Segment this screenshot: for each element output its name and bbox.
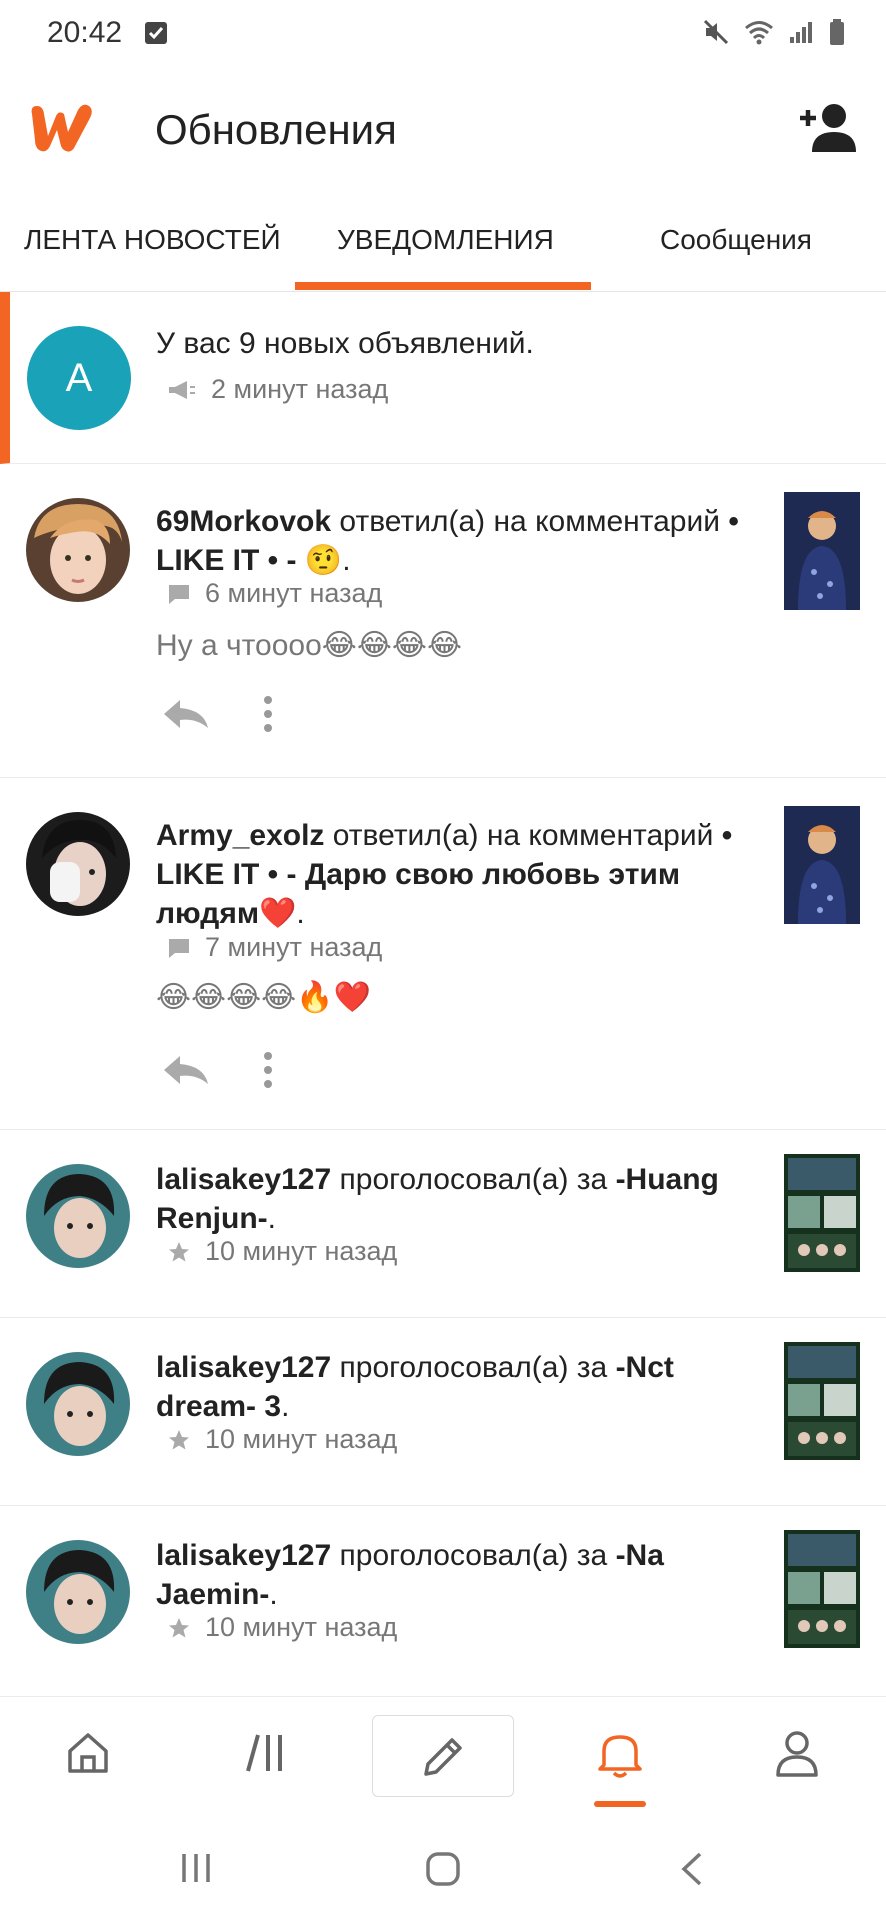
punctuation: . (342, 544, 351, 577)
story-cover-thumbnail[interactable] (784, 492, 860, 610)
tab-notifications[interactable]: УВЕДОМЛЕНИЯ (337, 224, 554, 256)
active-tab-indicator (295, 282, 591, 290)
reply-icon[interactable] (160, 1052, 212, 1088)
punctuation: . (267, 1202, 276, 1235)
notification-item[interactable]: lalisakey127 проголосовал(а) за -Na Jaem… (0, 1506, 886, 1696)
notification-meta: 10 минут назад (167, 1236, 397, 1267)
status-time: 20:42 (47, 16, 123, 49)
avatar[interactable] (26, 1540, 130, 1644)
story-cover-thumbnail[interactable] (784, 1342, 860, 1460)
notification-item[interactable]: lalisakey127 проголосовал(а) за -Nct dre… (0, 1318, 886, 1506)
battery-icon (830, 19, 844, 45)
wifi-icon (745, 21, 773, 45)
username[interactable]: Army_exolz (156, 819, 324, 852)
username[interactable]: lalisakey127 (156, 1163, 331, 1196)
notification-meta: 2 минут назад (167, 374, 388, 405)
signal-icon (790, 22, 812, 43)
action-text: проголосовал(а) за (339, 1163, 608, 1196)
notification-item[interactable]: lalisakey127 проголосовал(а) за -Huang R… (0, 1130, 886, 1318)
actions (160, 1050, 274, 1090)
more-options-icon[interactable] (262, 694, 274, 734)
reply-icon[interactable] (160, 696, 212, 732)
star-icon (169, 1241, 189, 1261)
notification-announcement[interactable]: A У вас 9 новых объявлений. 2 минут наза… (0, 292, 886, 464)
avatar[interactable] (26, 812, 130, 916)
username[interactable]: lalisakey127 (156, 1539, 331, 1572)
time-ago: 10 минут назад (205, 1236, 398, 1266)
tab-messages[interactable]: Сообщения (660, 224, 812, 256)
action-text: ответил(а) на комментарий (339, 505, 721, 538)
punctuation: . (296, 897, 305, 930)
library-icon[interactable] (244, 1729, 288, 1782)
notification-text: lalisakey127 проголосовал(а) за -Huang R… (156, 1160, 746, 1238)
pencil-icon (424, 1738, 462, 1776)
write-button[interactable] (372, 1715, 514, 1797)
star-icon (169, 1617, 189, 1637)
page-title: Обновления (155, 106, 397, 153)
add-user-icon[interactable] (796, 100, 858, 161)
bottom-navigation (0, 1696, 886, 1816)
time-ago: 7 минут назад (205, 932, 383, 962)
comment-icon (169, 938, 189, 958)
more-options-icon[interactable] (262, 1050, 274, 1090)
reply-text: Ну а чтоооо😂😂😂😂 (156, 629, 463, 662)
avatar[interactable] (26, 498, 130, 602)
bell-icon[interactable] (594, 1729, 646, 1784)
back-icon[interactable] (678, 1850, 706, 1893)
status-bar: 20:42 (0, 0, 886, 70)
status-icons (702, 18, 846, 46)
notification-meta: 10 минут назад (167, 1612, 397, 1643)
avatar[interactable] (26, 1352, 130, 1456)
megaphone-icon (169, 380, 195, 399)
active-nav-indicator (594, 1801, 646, 1807)
punctuation: . (281, 1390, 290, 1423)
actions (160, 694, 274, 734)
checkbox-notification-icon (145, 22, 167, 44)
home-button-icon[interactable] (424, 1850, 462, 1893)
username[interactable]: 69Morkovok (156, 505, 331, 538)
tab-news-feed[interactable]: ЛЕНТА НОВОСТЕЙ (24, 224, 281, 256)
notification-item[interactable]: 69Morkovok ответил(а) на комментарий • L… (0, 464, 886, 778)
app-header: Обновления (0, 70, 886, 190)
story-cover-thumbnail[interactable] (784, 1530, 860, 1648)
story-cover-thumbnail[interactable] (784, 1154, 860, 1272)
avatar[interactable] (26, 1164, 130, 1268)
profile-icon[interactable] (774, 1729, 820, 1784)
comment-icon (169, 584, 189, 604)
wattpad-logo-icon[interactable] (26, 100, 96, 161)
action-text: ответил(а) на комментарий (332, 819, 714, 852)
punctuation: . (269, 1578, 278, 1611)
tab-bar: ЛЕНТА НОВОСТЕЙ УВЕДОМЛЕНИЯ Сообщения (0, 190, 886, 292)
notification-meta: 7 минут назад (167, 932, 382, 963)
notification-item[interactable]: Army_exolz ответил(а) на комментарий • L… (0, 778, 886, 1130)
time-ago: 6 минут назад (205, 578, 383, 608)
time-ago: 2 минут назад (211, 374, 389, 404)
action-text: проголосовал(а) за (339, 1351, 608, 1384)
notification-meta: 10 минут назад (167, 1424, 397, 1455)
reply-text: 😂😂😂😂🔥❤️ (156, 981, 371, 1014)
home-icon[interactable] (64, 1729, 112, 1782)
avatar: A (27, 326, 131, 430)
notification-text: У вас 9 новых объявлений. (156, 327, 534, 360)
action-text: проголосовал(а) за (339, 1539, 608, 1572)
time-ago: 10 минут назад (205, 1424, 398, 1454)
notification-text: 69Morkovok ответил(а) на комментарий • L… (156, 502, 746, 580)
recent-apps-icon[interactable] (178, 1850, 214, 1891)
story-cover-thumbnail[interactable] (784, 806, 860, 924)
time-ago: 10 минут назад (205, 1612, 398, 1642)
notification-meta: 6 минут назад (167, 578, 382, 609)
mute-icon (703, 19, 729, 45)
username[interactable]: lalisakey127 (156, 1351, 331, 1384)
notification-text: lalisakey127 проголосовал(а) за -Na Jaem… (156, 1536, 746, 1614)
notification-text: Army_exolz ответил(а) на комментарий • L… (156, 816, 746, 933)
notification-text: lalisakey127 проголосовал(а) за -Nct dre… (156, 1348, 746, 1426)
system-navigation-bar (0, 1816, 886, 1920)
star-icon (169, 1429, 189, 1449)
